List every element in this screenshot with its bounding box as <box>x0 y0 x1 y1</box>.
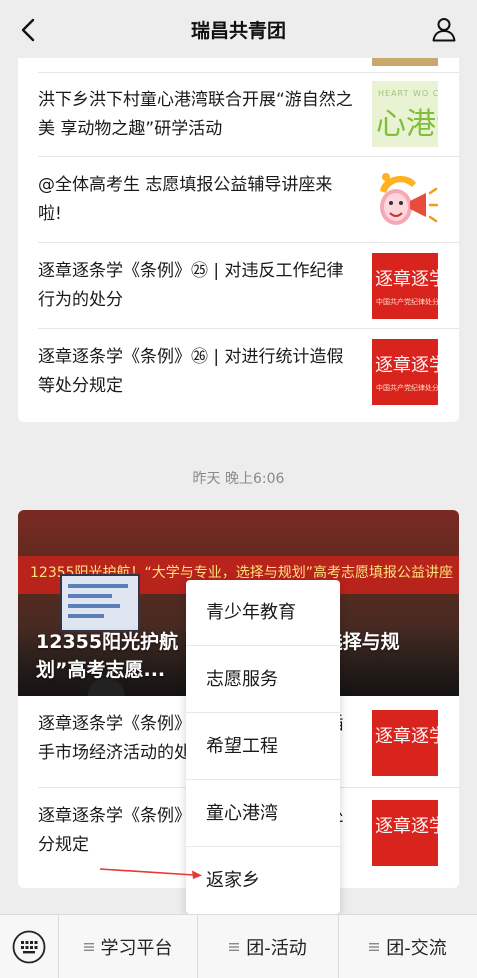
thumbnail-caption: 中国共产党纪律处分 <box>376 298 438 306</box>
menu-item-youth-education[interactable]: 青少年教育 <box>186 580 340 646</box>
article-thumbnail: 逐章逐学 中国共产党纪律处分 <box>372 339 438 405</box>
menu-lines-icon <box>229 943 240 951</box>
article-item[interactable]: 逐章逐条学《条例》㉖ | 对进行统计造假等处分规定 逐章逐学 中国共产党纪律处分 <box>18 329 459 415</box>
thumbnail-text: 逐章逐学 <box>375 269 438 290</box>
tab-label: 学习平台 <box>100 938 173 959</box>
article-thumbnail: 逐章逐学 <box>372 800 438 866</box>
menu-item-return-hometown[interactable]: 返家乡 <box>186 848 340 914</box>
thumbnail-text: 心港湾 <box>376 107 438 142</box>
article-thumbnail: 逐章逐学 中国共产党纪律处分 <box>372 253 438 319</box>
article-title: 逐章逐条学《条例》㉖ | 对进行统计造假等处分规定 <box>38 347 344 396</box>
message-timestamp: 昨天 晚上6:06 <box>192 471 285 487</box>
article-item[interactable]: 逐章逐条学《条例》㉕ | 对违反工作纪律行为的处分 逐章逐学 中国共产党纪律处分 <box>18 243 459 329</box>
article-thumbnail: 逐章逐学 <box>372 710 438 776</box>
page-title: 瑞昌共青团 <box>190 19 286 42</box>
article-thumbnail-partial <box>372 58 438 66</box>
bottom-menu-bar: 学习平台 团-活动 团-交流 <box>0 914 477 978</box>
keyboard-icon[interactable] <box>12 930 46 964</box>
user-profile-icon[interactable] <box>431 16 457 42</box>
menu-item-label: 返家乡 <box>206 870 260 891</box>
annotation-arrow-icon <box>99 868 202 879</box>
menu-lines-icon <box>83 943 94 951</box>
thumbnail-text: 逐章逐学 <box>375 355 438 376</box>
menu-item-label: 希望工程 <box>206 736 278 757</box>
menu-item-label: 青少年教育 <box>206 602 296 623</box>
tab-study-platform[interactable]: 学习平台 <box>59 915 197 978</box>
top-bar: 瑞昌共青团 <box>0 0 477 58</box>
tab-league-activity[interactable]: 团-活动 <box>198 915 338 978</box>
popup-submenu: 青少年教育 志愿服务 希望工程 童心港湾 返家乡 <box>186 580 340 914</box>
menu-item-label: 童心港湾 <box>206 803 278 824</box>
menu-lines-icon <box>369 943 380 951</box>
divider <box>186 846 340 847</box>
divider <box>186 645 340 646</box>
thumbnail-caption: 中国共产党纪律处分 <box>376 384 438 392</box>
projector-screen <box>60 574 140 632</box>
menu-item-label: 志愿服务 <box>206 669 278 690</box>
article-item[interactable]: @全体高考生 志愿填报公益辅导讲座来啦! <box>18 157 459 243</box>
menu-item-volunteer-service[interactable]: 志愿服务 <box>186 647 340 713</box>
thumbnail-text: 逐章逐学 <box>375 816 438 837</box>
message-card-earlier: 洪下乡洪下村童心港湾联合开展“游自然之美 享动物之趣”研学活动 HEART WO… <box>18 58 459 422</box>
tab-label: 团-交流 <box>386 938 447 959</box>
cartoon-megaphone-thumbnail <box>372 167 438 233</box>
article-title: 洪下乡洪下村童心港湾联合开展“游自然之美 享动物之趣”研学活动 <box>38 90 353 139</box>
divider <box>186 712 340 713</box>
tab-label: 团-活动 <box>246 938 307 959</box>
thumbnail-text: 逐章逐学 <box>375 726 438 747</box>
thumbnail-caption: HEART WO CHUN <box>378 89 438 98</box>
cartoon-megaphone-icon <box>380 173 438 225</box>
article-title: 逐章逐条学《条例》㉕ | 对违反工作纪律行为的处分 <box>38 261 344 310</box>
article-item[interactable]: 洪下乡洪下村童心港湾联合开展“游自然之美 享动物之趣”研学活动 HEART WO… <box>18 73 459 157</box>
article-thumbnail: HEART WO CHUN 心港湾 <box>372 81 438 147</box>
article-title: @全体高考生 志愿填报公益辅导讲座来啦! <box>38 175 333 224</box>
menu-item-childhood-harbor[interactable]: 童心港湾 <box>186 781 340 847</box>
menu-item-hope-project[interactable]: 希望工程 <box>186 714 340 780</box>
divider <box>186 779 340 780</box>
back-chevron-icon[interactable] <box>18 17 40 43</box>
tab-league-exchange[interactable]: 团-交流 <box>339 915 477 978</box>
